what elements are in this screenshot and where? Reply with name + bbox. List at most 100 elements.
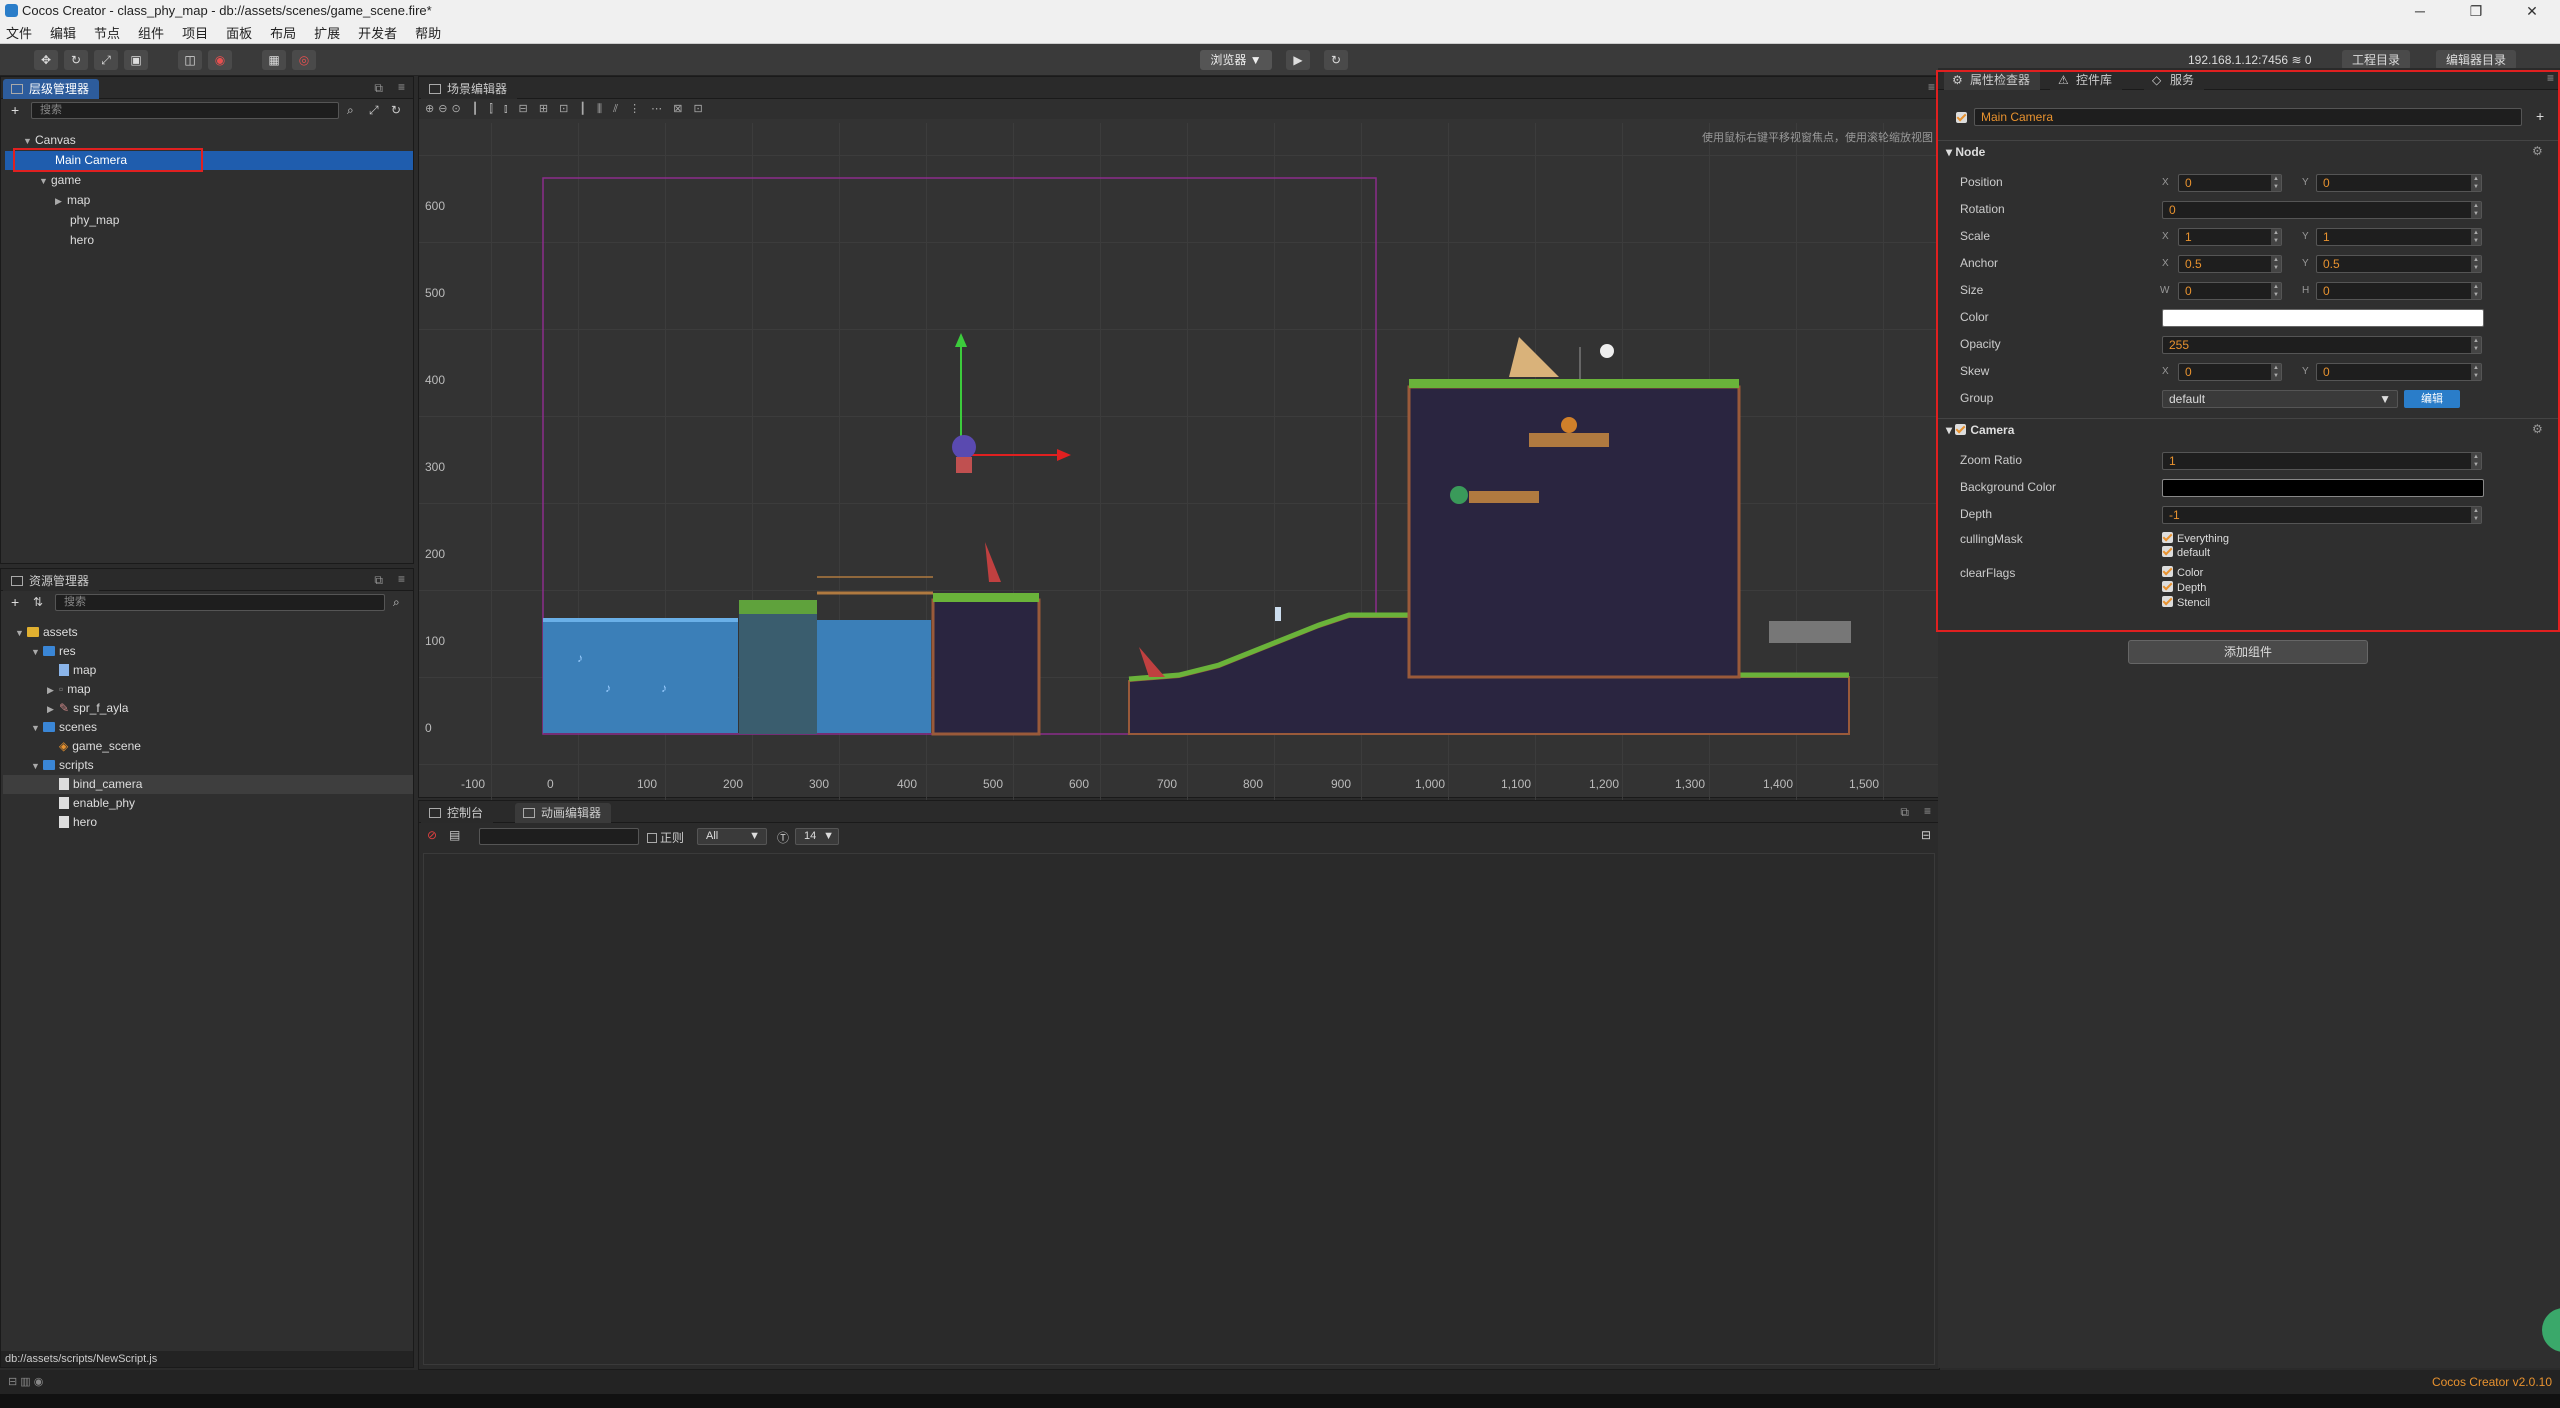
grid-toggle-icon[interactable]: ▦: [262, 50, 286, 70]
menu-layout[interactable]: 布局: [270, 23, 296, 42]
flag: [1600, 344, 1614, 358]
asset-label: scenes: [59, 720, 98, 734]
refresh-button-icon[interactable]: ↻: [1324, 50, 1348, 70]
search-icon[interactable]: ⌕: [393, 595, 400, 610]
expand-all-icon[interactable]: ⤢: [369, 103, 379, 118]
preview-platform-select[interactable]: 浏览器 ▼: [1200, 50, 1272, 70]
status-icons[interactable]: ⊟ ▥ ◉: [8, 1375, 43, 1388]
console-filter-input[interactable]: [479, 828, 639, 845]
refresh-icon[interactable]: ↻: [391, 103, 401, 117]
menu-node[interactable]: 节点: [94, 23, 120, 42]
tree-node-label: phy_map: [70, 213, 120, 227]
tab-assets-label: 资源管理器: [29, 574, 90, 588]
rock-platform: [1769, 621, 1851, 643]
menu-file[interactable]: 文件: [6, 23, 32, 42]
asset-tilemap[interactable]: map: [59, 661, 96, 680]
asset-bind-camera[interactable]: bind_camera: [59, 775, 142, 794]
rotate-tool-icon[interactable]: ↻: [64, 50, 88, 70]
wifi-icon: ≋: [2291, 53, 2302, 67]
close-icon[interactable]: ✕: [2504, 0, 2560, 22]
popout-icon[interactable]: ⧉: [1900, 805, 1909, 820]
rect-tool-icon[interactable]: ▣: [124, 50, 148, 70]
tree-node-label: Canvas: [35, 133, 76, 147]
tree-node-map[interactable]: ▶ map: [55, 191, 90, 210]
open-log-icon[interactable]: ▤: [449, 828, 460, 842]
ip-address: 192.168.1.12:7456: [2188, 53, 2289, 67]
menu-extension[interactable]: 扩展: [314, 23, 340, 42]
log-level-select[interactable]: All ▼: [697, 828, 767, 845]
menu-bar: 文件 编辑 节点 组件 项目 面板 布局 扩展 开发者 帮助: [0, 22, 2560, 44]
tab-animation-editor[interactable]: 动画编辑器: [515, 803, 612, 823]
asset-map-folder[interactable]: ▶ ▫ map: [47, 680, 91, 699]
menu-edit[interactable]: 编辑: [50, 23, 76, 42]
scale-tool-icon[interactable]: ⤢: [94, 50, 118, 70]
console-log-area[interactable]: [423, 853, 1935, 1365]
tab-hierarchy[interactable]: 层级管理器: [3, 79, 100, 99]
asset-folder-assets[interactable]: ▼ assets: [15, 623, 78, 642]
expand-arrow-icon: ▼: [39, 176, 48, 186]
popout-icon[interactable]: ⧉: [374, 81, 383, 96]
project-dir-button[interactable]: 工程目录: [2342, 50, 2411, 70]
inspector-panel: ⚙ 属性检查器 ⚠ 控件库 ◇ 服务 ≡ Main Camera + ▾ Node ⚙…: [1936, 68, 2560, 1368]
asset-folder-scripts[interactable]: ▼ scripts: [31, 756, 94, 775]
tree-node-label: hero: [70, 233, 95, 247]
add-component-button[interactable]: 添加组件: [2128, 640, 2368, 664]
floating-badge-icon[interactable]: [2542, 1308, 2560, 1352]
menu-component[interactable]: 组件: [138, 23, 164, 42]
panel-menu-icon[interactable]: ≡: [398, 80, 405, 94]
maximize-icon[interactable]: ❐: [2448, 0, 2504, 22]
local-global-toggle-icon[interactable]: ◉: [208, 50, 232, 70]
panel-menu-icon[interactable]: ≡: [1924, 804, 1931, 818]
clear-icon[interactable]: ⊘: [427, 828, 437, 842]
app-logo-icon: [5, 4, 18, 17]
search-icon[interactable]: ⌕: [347, 103, 354, 118]
menu-project[interactable]: 项目: [182, 23, 208, 42]
tab-console[interactable]: 控制台: [421, 803, 494, 823]
asset-label: game_scene: [72, 739, 141, 753]
add-node-icon[interactable]: +: [11, 102, 19, 118]
console-panel: 控制台 动画编辑器 ⧉ ≡ ⊘ ▤ 正则 All ▼ Ⓣ 14 ▼ ⊟: [418, 800, 1940, 1370]
hierarchy-search-input[interactable]: 搜索: [31, 102, 339, 119]
move-tool-icon[interactable]: ✥: [34, 50, 58, 70]
tree-node-hero[interactable]: hero: [70, 231, 94, 250]
hierarchy-header: 层级管理器 ⧉ ≡: [1, 77, 413, 99]
tree-node-game[interactable]: ▼ game: [39, 171, 81, 190]
regex-toggle[interactable]: 正则: [647, 829, 684, 846]
minimize-icon[interactable]: ─: [2392, 0, 2448, 22]
popout-icon[interactable]: ⧉: [374, 573, 383, 588]
asset-spr-f-ayla[interactable]: ▶ ✎ spr_f_ayla: [47, 699, 128, 718]
menu-help[interactable]: 帮助: [415, 23, 441, 42]
font-size-select[interactable]: 14 ▼: [795, 828, 839, 845]
play-button-icon[interactable]: ▶: [1286, 50, 1310, 70]
version-label: Cocos Creator v2.0.10: [2431, 1375, 2552, 1389]
taskbar: [0, 1394, 2560, 1408]
snap-toggle-icon[interactable]: ◎: [292, 50, 316, 70]
status-bar: ⊟ ▥ ◉ Cocos Creator v2.0.10: [0, 1370, 2560, 1394]
menu-panel[interactable]: 面板: [226, 23, 252, 42]
tab-console-label: 控制台: [447, 806, 484, 820]
panel-menu-icon[interactable]: ≡: [398, 572, 405, 586]
assets-toolbar: + ⇅ 搜索 ⌕: [1, 591, 413, 615]
pivot-toggle-icon[interactable]: ◫: [178, 50, 202, 70]
sort-icon[interactable]: ⇅: [33, 595, 43, 609]
collapse-arrow-icon: ▶: [55, 196, 62, 206]
add-asset-icon[interactable]: +: [11, 594, 19, 610]
console-toolbar: ⊘ ▤ 正则 All ▼ Ⓣ 14 ▼ ⊟: [419, 823, 1939, 849]
collapse-icon[interactable]: ⊟: [1921, 828, 1931, 842]
asset-folder-scenes[interactable]: ▼ scenes: [31, 718, 97, 737]
assets-search-input[interactable]: 搜索: [55, 594, 385, 611]
svg-text:♪: ♪: [661, 681, 667, 695]
hierarchy-toolbar: + 搜索 ⌕ ⤢ ↻: [1, 99, 413, 123]
tab-assets[interactable]: 资源管理器: [3, 571, 100, 591]
asset-hero-script[interactable]: hero: [59, 813, 97, 832]
editor-dir-button[interactable]: 编辑器目录: [2436, 50, 2517, 70]
asset-label: scripts: [59, 758, 94, 772]
tree-node-phy-map[interactable]: phy_map: [70, 211, 119, 230]
menu-developer[interactable]: 开发者: [358, 23, 397, 42]
hero-sprite: [952, 435, 976, 459]
asset-game-scene[interactable]: ◈ game_scene: [59, 737, 141, 756]
device-count: 0: [2304, 53, 2312, 67]
asset-enable-phy[interactable]: enable_phy: [59, 794, 135, 813]
tab-animation-label: 动画编辑器: [541, 806, 602, 820]
asset-folder-res[interactable]: ▼ res: [31, 642, 76, 661]
